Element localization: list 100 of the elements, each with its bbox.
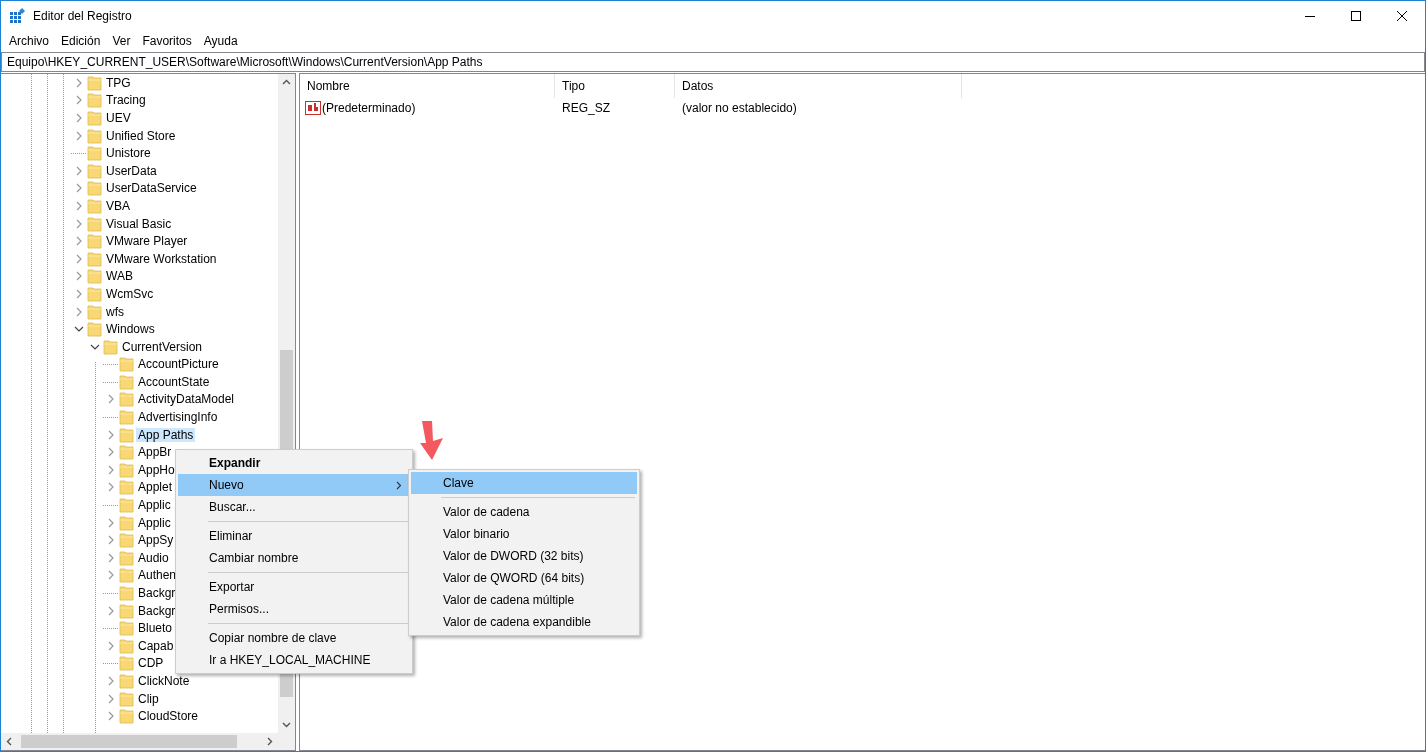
registry-icon (9, 8, 25, 24)
folder-icon (119, 566, 135, 585)
folder-icon (119, 478, 135, 497)
menu-item[interactable]: Buscar... (178, 496, 410, 518)
menu-item[interactable]: Valor de cadena expandible (411, 611, 637, 633)
tree-item[interactable]: VMware Player (104, 234, 190, 249)
folder-icon (119, 425, 135, 444)
scroll-left-icon[interactable] (6, 737, 12, 746)
tree-item[interactable]: CurrentVersion (120, 339, 205, 354)
close-icon (1397, 11, 1407, 21)
menu-item[interactable]: Archivo (3, 34, 55, 48)
column-header[interactable]: Nombre (300, 74, 555, 98)
folder-icon (119, 408, 135, 426)
tree-item[interactable]: Tracing (104, 93, 148, 108)
folder-icon (87, 320, 103, 338)
tree-item[interactable]: Unistore (104, 146, 153, 161)
window-title: Editor del Registro (33, 9, 132, 23)
table-cell-text: REG_SZ (561, 101, 611, 115)
folder-icon (87, 74, 103, 92)
tree-item[interactable]: Applet (136, 480, 175, 495)
tree-item[interactable]: App Paths (136, 427, 196, 442)
tree-item[interactable]: Applic (136, 498, 173, 513)
menu-item[interactable]: Valor de cadena múltiple (411, 589, 637, 611)
tree-item[interactable]: Clip (136, 691, 161, 706)
scroll-up-icon[interactable] (282, 79, 291, 85)
folder-icon (119, 637, 135, 655)
tree-item[interactable]: ActivityDataModel (136, 392, 237, 407)
address-field[interactable]: Equipo\HKEY_CURRENT_USER\Software\Microsoft\Windows\CurrentVersion\App Paths (1, 52, 1425, 72)
tree-item[interactable]: CDP (136, 656, 166, 671)
tree-item[interactable]: Blueto (136, 621, 175, 636)
tree-item[interactable]: WAB (104, 269, 135, 284)
tree-item[interactable]: UserDataService (104, 181, 199, 196)
tree-item[interactable]: AccountState (136, 374, 212, 389)
scrollbar-thumb[interactable] (21, 735, 237, 748)
tree-item[interactable]: Windows (104, 322, 157, 337)
column-header[interactable]: Tipo (555, 74, 675, 98)
menu-item[interactable]: Clave (411, 472, 637, 494)
tree-item[interactable]: Audio (136, 550, 171, 565)
tree-item[interactable]: VBA (104, 198, 132, 213)
folder-icon (87, 232, 103, 250)
menu-item[interactable]: Copiar nombre de clave (178, 627, 410, 649)
folder-icon (119, 496, 135, 514)
tree-item[interactable]: Backgr (136, 603, 178, 618)
menu-item[interactable]: Cambiar nombre (178, 547, 410, 569)
scroll-right-icon[interactable] (267, 737, 273, 746)
menu-item[interactable]: Expandir (178, 452, 410, 474)
tree-item[interactable]: Authen (136, 568, 179, 583)
tree-item[interactable]: AppHo (136, 462, 177, 477)
tree-item[interactable]: wfs (104, 304, 126, 319)
menu-item[interactable]: Eliminar (178, 525, 410, 547)
tree-item[interactable]: UEV (104, 111, 133, 125)
folder-icon (119, 373, 135, 391)
tree-item[interactable]: Capab (136, 638, 176, 653)
menu-item[interactable]: Nuevo (178, 474, 410, 496)
folder-icon (87, 109, 103, 127)
menu-item[interactable]: Valor binario (411, 523, 637, 545)
folder-icon (119, 584, 135, 602)
tree-item[interactable]: Backgr (136, 586, 178, 600)
tree-item[interactable]: AppBr (136, 445, 174, 460)
tree-item[interactable]: Unified Store (104, 128, 178, 143)
tree-item[interactable]: WcmSvc (104, 286, 156, 301)
tree-item[interactable]: ClickNote (136, 674, 192, 688)
tree-item[interactable]: AdvertisingInfo (136, 410, 220, 425)
folder-icon (87, 197, 103, 215)
folder-icon (119, 531, 135, 550)
tree-item[interactable]: Applic (136, 515, 173, 530)
menu-item[interactable]: Edición (55, 34, 107, 48)
folder-icon (87, 126, 103, 145)
folder-icon (119, 513, 135, 532)
folder-icon (119, 654, 135, 673)
column-header[interactable]: Datos (675, 74, 962, 98)
folder-icon (87, 161, 103, 180)
tree-item[interactable]: Visual Basic (104, 216, 174, 231)
folder-icon (119, 619, 135, 637)
scroll-down-icon[interactable] (282, 722, 291, 728)
menu-item[interactable]: Permisos... (178, 598, 410, 620)
folder-icon (103, 337, 119, 356)
menu-item[interactable]: Favoritos (136, 34, 198, 48)
tree-item[interactable]: VMware Workstation (104, 251, 219, 266)
menu-item[interactable]: Ver (106, 34, 137, 48)
tree-item[interactable]: CloudStore (136, 709, 201, 724)
tree-item[interactable]: AppSy (136, 533, 176, 548)
horizontal-scrollbar[interactable] (1, 733, 278, 750)
menu-item[interactable]: Exportar (178, 576, 410, 598)
value-name[interactable]: (Predeterminado) (322, 101, 416, 115)
maximize-icon (1351, 11, 1361, 21)
folder-icon (87, 249, 103, 268)
menu-item[interactable]: Valor de DWORD (32 bits) (411, 545, 637, 567)
tree-item[interactable]: UserData (104, 163, 159, 178)
folder-icon (87, 267, 103, 286)
menu-item[interactable]: Valor de cadena (411, 501, 637, 523)
tree-item[interactable]: AccountPicture (136, 357, 221, 372)
folder-icon (87, 214, 103, 233)
menu-item[interactable]: Valor de QWORD (64 bits) (411, 567, 637, 589)
string-value-icon (305, 100, 321, 116)
menu-item[interactable]: Ayuda (197, 34, 244, 48)
folder-icon (119, 549, 135, 567)
folder-icon (87, 302, 103, 321)
menu-item[interactable]: Ir a HKEY_LOCAL_MACHINE (178, 649, 410, 671)
tree-item[interactable]: TPG (104, 75, 133, 90)
